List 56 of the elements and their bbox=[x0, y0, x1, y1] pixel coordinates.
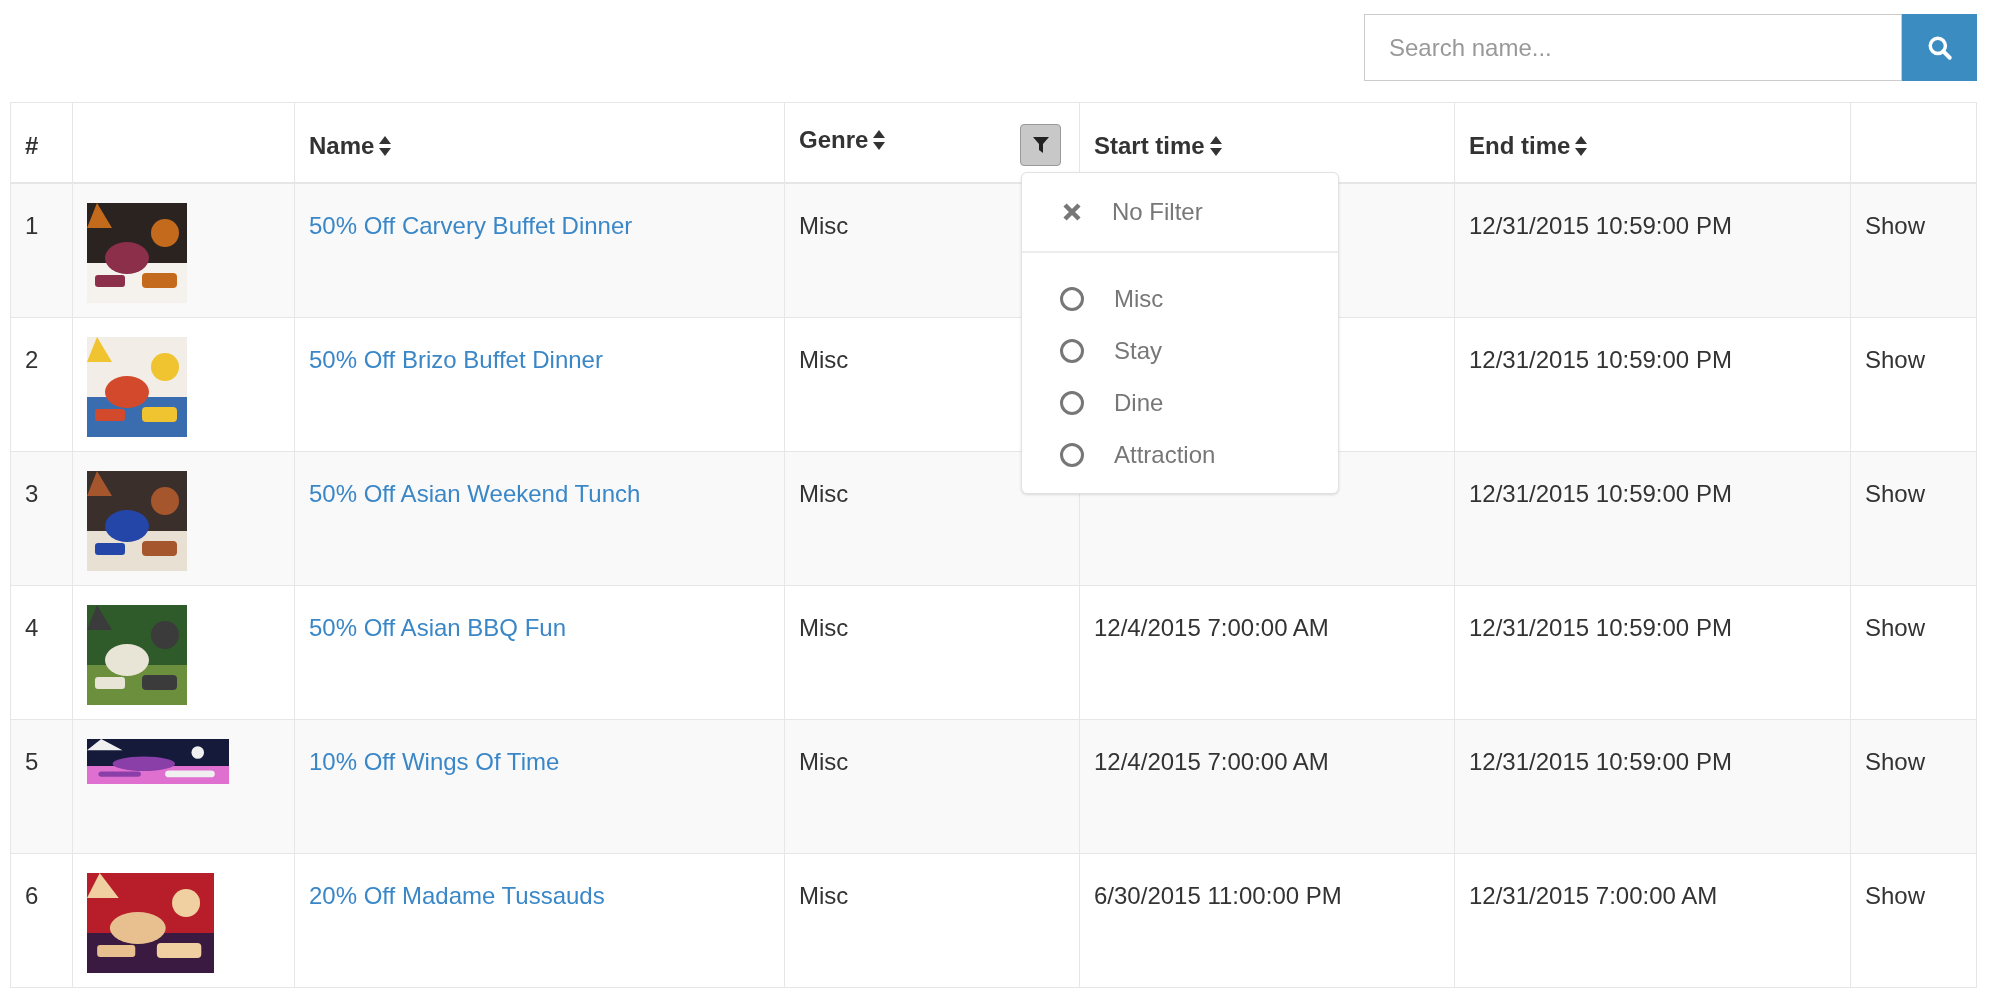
table-cell: Misc bbox=[799, 346, 849, 373]
radio-button[interactable] bbox=[1060, 287, 1084, 311]
table-cell: Misc bbox=[799, 882, 849, 909]
sort-icon[interactable] bbox=[1574, 135, 1589, 157]
show-link[interactable]: Show bbox=[1865, 346, 1926, 373]
deal-link[interactable]: 20% Off Madame Tussauds bbox=[309, 882, 605, 909]
deal-link[interactable]: 50% Off Asian BBQ Fun bbox=[309, 614, 567, 641]
column-header[interactable]: End time bbox=[1469, 128, 1571, 164]
table-cell: 12/31/2015 10:59:00 PM bbox=[1469, 346, 1732, 373]
table-cell: 12/4/2015 7:00:00 AM bbox=[1094, 614, 1329, 641]
close-icon bbox=[1062, 202, 1082, 222]
table-cell: Misc bbox=[799, 480, 849, 507]
deal-link[interactable]: 10% Off Wings Of Time bbox=[309, 748, 560, 775]
radio-button[interactable] bbox=[1060, 443, 1084, 467]
column-header: # bbox=[25, 131, 39, 161]
radio-option[interactable]: Misc bbox=[1022, 273, 1338, 325]
show-link[interactable]: Show bbox=[1865, 480, 1926, 507]
column-header[interactable]: Name bbox=[309, 128, 375, 164]
table-cell: 12/31/2015 10:59:00 PM bbox=[1469, 480, 1732, 507]
filter-button[interactable] bbox=[1020, 124, 1061, 166]
show-link[interactable]: Show bbox=[1865, 882, 1926, 909]
show-link[interactable]: Show bbox=[1865, 614, 1926, 641]
table-cell: 12/4/2015 7:00:00 AM bbox=[1094, 748, 1329, 775]
row-number: 4 bbox=[25, 614, 39, 641]
radio-button[interactable] bbox=[1060, 391, 1084, 415]
show-link[interactable]: Show bbox=[1865, 212, 1926, 239]
table-cell: 12/31/2015 10:59:00 PM bbox=[1469, 212, 1732, 239]
row-number: 6 bbox=[25, 882, 39, 909]
search-button[interactable] bbox=[1902, 14, 1977, 81]
column-header[interactable]: Start time bbox=[1094, 128, 1205, 164]
radio-button[interactable] bbox=[1060, 339, 1084, 363]
table-cell: Misc bbox=[799, 748, 849, 775]
table-cell: 6/30/2015 11:00:00 PM bbox=[1094, 882, 1342, 909]
deal-link[interactable]: 50% Off Asian Weekend Tunch bbox=[309, 480, 641, 507]
row-number: 2 bbox=[25, 346, 39, 373]
row-number: 3 bbox=[25, 480, 39, 507]
search-field[interactable]: Search name... bbox=[1364, 14, 1902, 81]
column-header[interactable]: Genre bbox=[799, 122, 869, 158]
sort-icon[interactable] bbox=[872, 129, 887, 151]
radio-option[interactable]: Dine bbox=[1022, 377, 1338, 429]
radio-option[interactable]: Attraction bbox=[1022, 429, 1338, 481]
show-link[interactable]: Show bbox=[1865, 748, 1926, 775]
radio-option[interactable]: Stay bbox=[1022, 325, 1338, 377]
table-cell: Misc bbox=[799, 212, 849, 239]
table-cell: 12/31/2015 7:00:00 AM bbox=[1469, 882, 1718, 909]
row-number: 1 bbox=[25, 212, 39, 239]
deal-link[interactable]: 50% Off Brizo Buffet Dinner bbox=[309, 346, 603, 373]
search-icon bbox=[1926, 34, 1953, 61]
row-number: 5 bbox=[25, 748, 39, 775]
deal-link[interactable]: 50% Off Carvery Buffet Dinner bbox=[309, 212, 633, 239]
table-cell: 12/31/2015 10:59:00 PM bbox=[1469, 614, 1732, 641]
sort-icon[interactable] bbox=[378, 135, 393, 157]
table-cell: 12/31/2015 10:59:00 PM bbox=[1469, 748, 1732, 775]
sort-icon[interactable] bbox=[1208, 135, 1223, 157]
filter-icon bbox=[1031, 135, 1050, 155]
table-cell: Misc bbox=[799, 614, 849, 641]
